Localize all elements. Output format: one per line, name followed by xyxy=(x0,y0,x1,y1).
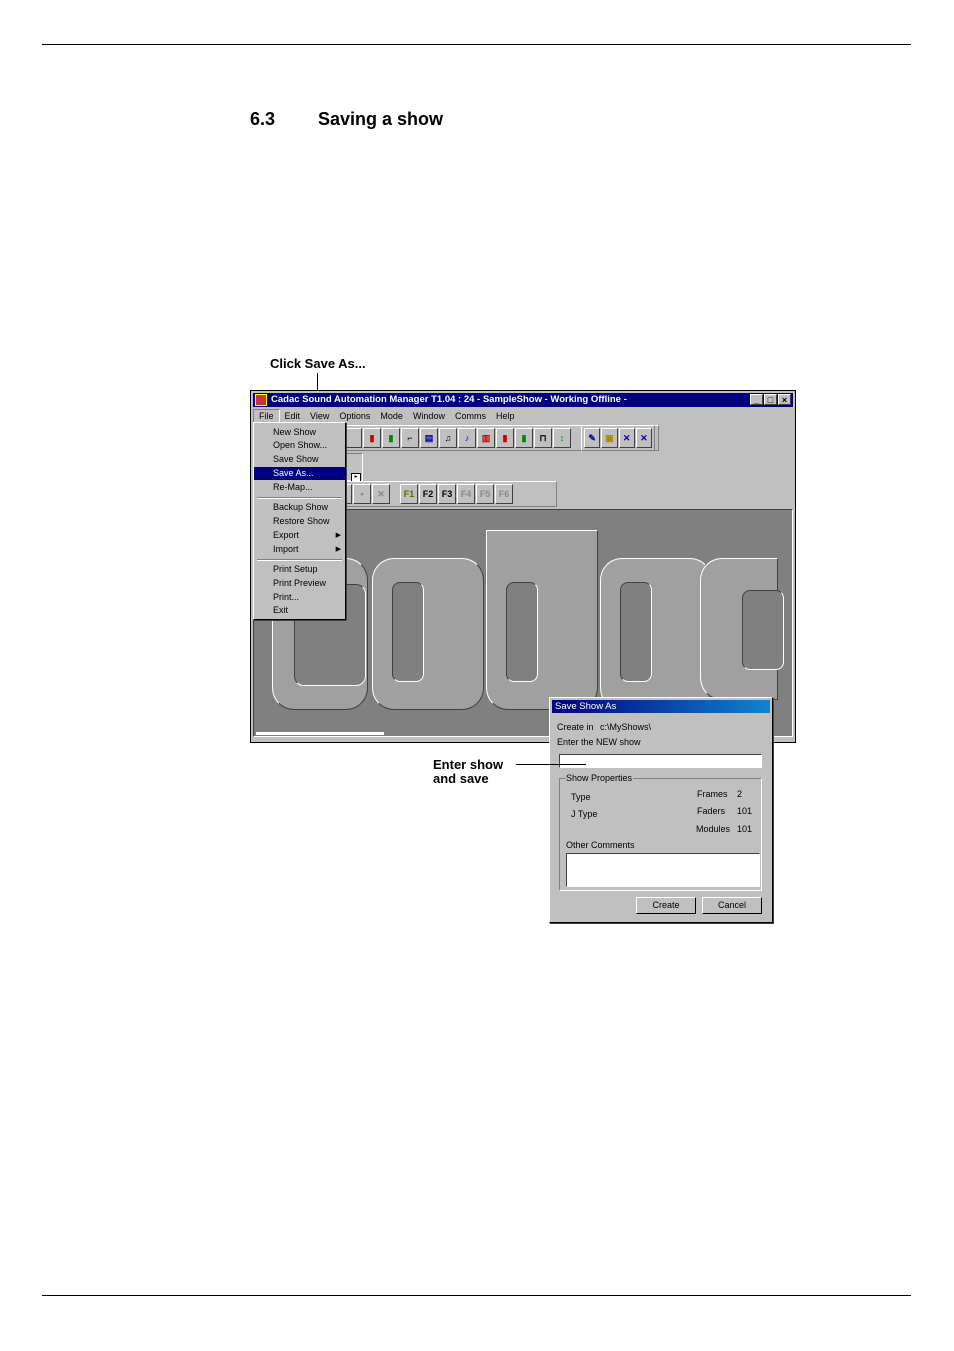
toolbar-tool-4-icon[interactable]: ✕ xyxy=(635,428,652,448)
close-button[interactable]: × xyxy=(778,394,791,405)
callout-save-as: Click Save As... xyxy=(270,356,366,371)
toolbar-button-9[interactable]: ▮ xyxy=(496,428,514,448)
callout-enter-show: Enter show and save xyxy=(433,758,503,786)
menu-bar: File Edit View Options Mode Window Comms… xyxy=(253,409,793,423)
function-key-toolbar: ▪ ▪ ✕ F1 F2 F3 F4 F5 F6 xyxy=(331,481,557,507)
show-properties-label: Show Properties xyxy=(565,773,634,783)
cancel-button[interactable]: Cancel xyxy=(702,897,762,914)
menu-item-save-as[interactable]: Save As... xyxy=(254,467,345,480)
f2-button[interactable]: F2 xyxy=(419,484,437,504)
menu-item-restore-show[interactable]: Restore Show xyxy=(254,515,345,528)
frames-value: 2 xyxy=(737,789,743,799)
callout-enter-line2: and save xyxy=(433,771,489,786)
logo-letter-a xyxy=(372,558,484,710)
section-heading: 6.3 Saving a show xyxy=(250,109,443,130)
toolbar-tool-2-icon[interactable]: ▣ xyxy=(601,428,618,448)
toolbar-button-4[interactable]: ⌐ xyxy=(401,428,419,448)
save-show-as-dialog: Save Show As Create in c:\MyShows\ Enter… xyxy=(549,697,773,923)
f4-button[interactable]: F4 xyxy=(457,484,475,504)
menu-item-print-preview[interactable]: Print Preview xyxy=(254,577,345,590)
menu-file[interactable]: File xyxy=(253,409,280,423)
toolbar-button-8[interactable]: ▥ xyxy=(477,428,495,448)
secondary-toolbar: ✎ ▣ ✕ ✕ xyxy=(581,425,655,451)
f3-button[interactable]: F3 xyxy=(438,484,456,504)
menu-item-exit[interactable]: Exit xyxy=(254,604,345,617)
section-title: Saving a show xyxy=(318,109,444,129)
callout-leader-enter xyxy=(516,764,586,765)
logo-letter-a-hole xyxy=(392,582,424,682)
app-titlebar: Cadac Sound Automation Manager T1.04 : 2… xyxy=(253,393,793,407)
logo-letter-a2 xyxy=(600,558,712,710)
other-comments-field[interactable] xyxy=(566,853,760,887)
toolbar-button-12[interactable]: ↕ xyxy=(553,428,571,448)
faders-value: 101 xyxy=(737,806,753,816)
menu-item-remap[interactable]: Re-Map... xyxy=(254,481,345,494)
new-show-prompt: Enter the NEW show xyxy=(557,737,641,747)
show-name-input[interactable] xyxy=(559,754,762,768)
create-in-path: c:\MyShows\ xyxy=(600,722,652,732)
status-strip xyxy=(256,732,384,735)
menu-item-import[interactable]: Import ▶ xyxy=(254,543,345,556)
toolbar-tool-1-icon[interactable]: ✎ xyxy=(584,428,601,448)
toolbar-tool-3-icon[interactable]: ✕ xyxy=(618,428,635,448)
faders-label: Faders xyxy=(697,806,726,816)
toolbar-button-7[interactable]: ♪ xyxy=(458,428,476,448)
menu-help[interactable]: Help xyxy=(491,409,520,423)
toolbar-button-5[interactable]: ▤ xyxy=(420,428,438,448)
logo-letter-a2-hole xyxy=(620,582,652,682)
create-button[interactable]: Create xyxy=(636,897,696,914)
submenu-arrow-icon: ▶ xyxy=(335,546,341,553)
jtype-label: J Type xyxy=(571,809,598,819)
menu-options[interactable]: Options xyxy=(334,409,375,423)
f6-button[interactable]: F6 xyxy=(495,484,513,504)
modules-label: Modules xyxy=(696,824,731,834)
footer-rule xyxy=(42,1295,911,1296)
toolbar-button-2[interactable]: ▮ xyxy=(363,428,381,448)
menu-item-print[interactable]: Print... xyxy=(254,591,345,604)
type-label: Type xyxy=(571,792,591,802)
toolbar-button-1[interactable] xyxy=(344,428,362,448)
menu-mode[interactable]: Mode xyxy=(375,409,408,423)
toolbar-disabled-3: ✕ xyxy=(372,484,390,504)
logo-letter-d-hole xyxy=(506,582,538,682)
maximize-button[interactable]: □ xyxy=(764,394,777,405)
logo-letter-d xyxy=(486,530,598,710)
logo-letter-c2-hole xyxy=(742,590,784,670)
lock-icon[interactable]: ⊓ xyxy=(534,428,552,448)
menu-item-print-setup[interactable]: Print Setup xyxy=(254,563,345,576)
toolbar-button-3[interactable]: ▮ xyxy=(382,428,400,448)
menu-item-import-label: Import xyxy=(273,544,299,554)
submenu-arrow-icon: ▶ xyxy=(335,532,341,539)
show-properties-group: Show Properties Type J Type Frames 2 Fad… xyxy=(559,773,762,891)
menu-edit[interactable]: Edit xyxy=(280,409,306,423)
toolbar-disabled-2: ▪ xyxy=(353,484,371,504)
minimize-button[interactable]: _ xyxy=(750,394,763,405)
modules-value: 101 xyxy=(737,824,753,834)
f1-button[interactable]: F1 xyxy=(400,484,418,504)
menu-comms[interactable]: Comms xyxy=(450,409,491,423)
dialog-title: Save Show As xyxy=(552,700,770,713)
menu-item-new-show[interactable]: New Show xyxy=(254,426,345,439)
callout-enter-line1: Enter show xyxy=(433,757,504,772)
header-rule xyxy=(42,44,911,45)
music-note-icon[interactable]: ♫ xyxy=(439,428,457,448)
app-logo-icon xyxy=(255,394,267,406)
create-in-label: Create in xyxy=(557,722,594,732)
menu-separator xyxy=(257,497,342,499)
menu-item-backup-show[interactable]: Backup Show xyxy=(254,501,345,514)
menu-view[interactable]: View xyxy=(305,409,334,423)
section-number: 6.3 xyxy=(250,109,276,129)
other-comments-label: Other Comments xyxy=(566,840,635,850)
file-menu-dropdown: New Show Open Show... Save Show Save As.… xyxy=(253,422,346,620)
toolbar-button-10[interactable]: ▮ xyxy=(515,428,533,448)
app-title: Cadac Sound Automation Manager T1.04 : 2… xyxy=(271,394,627,405)
menu-separator xyxy=(257,559,342,561)
menu-item-save-show[interactable]: Save Show xyxy=(254,453,345,466)
f5-button[interactable]: F5 xyxy=(476,484,494,504)
frames-label: Frames xyxy=(697,789,728,799)
menu-item-open-show[interactable]: Open Show... xyxy=(254,439,345,452)
menu-item-export[interactable]: Export ▶ xyxy=(254,529,345,542)
menu-item-export-label: Export xyxy=(273,530,300,540)
menu-window[interactable]: Window xyxy=(408,409,450,423)
